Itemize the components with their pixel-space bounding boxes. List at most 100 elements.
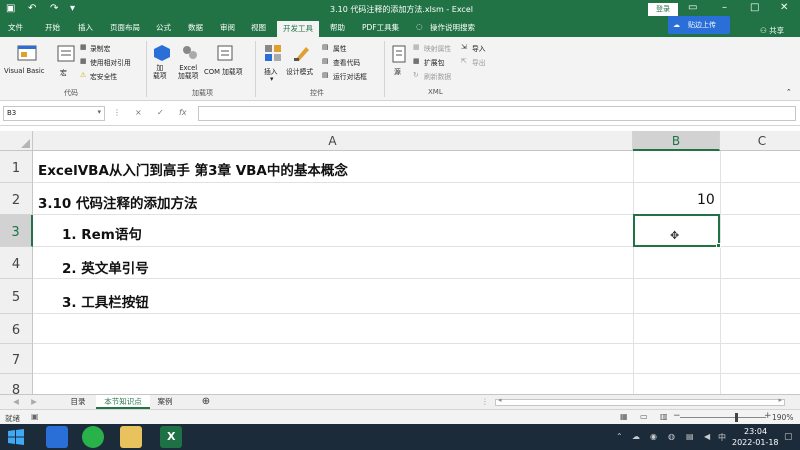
zoom-in-icon[interactable]: + xyxy=(764,411,772,421)
ribbon-display-icon[interactable]: ▭ xyxy=(688,2,697,13)
tab-data[interactable]: 数据 xyxy=(188,22,203,33)
close-icon[interactable]: ✕ xyxy=(780,2,788,13)
share-button[interactable]: ⚇ 共享 xyxy=(760,25,784,36)
column-header-c[interactable]: C xyxy=(720,131,800,151)
excel-addins-button[interactable]: Excel 加载项 xyxy=(178,64,198,80)
login-button[interactable]: 登录 xyxy=(648,3,678,16)
tab-view[interactable]: 视图 xyxy=(251,22,266,33)
zoom-level[interactable]: 190% xyxy=(772,413,793,422)
tab-file[interactable]: 文件 xyxy=(8,22,23,33)
design-mode-button[interactable]: 设计模式 xyxy=(286,66,313,76)
minimize-icon[interactable]: – xyxy=(722,2,727,13)
view-code-button[interactable]: 查看代码 xyxy=(333,57,360,67)
undo-icon[interactable]: ↶ xyxy=(28,3,36,15)
clock-date[interactable]: 2022-01-18 xyxy=(732,438,779,447)
tab-home[interactable]: 开始 xyxy=(45,22,60,33)
scroll-right-icon[interactable]: ▸ xyxy=(778,396,782,404)
name-box[interactable]: B3 ▾ xyxy=(3,106,105,121)
tab-pdf-tools[interactable]: PDF工具集 xyxy=(362,22,399,33)
run-dialog-button[interactable]: 运行对话框 xyxy=(333,71,367,81)
row-header-6[interactable]: 6 xyxy=(0,314,33,344)
file-explorer-icon[interactable] xyxy=(120,426,142,448)
tab-help[interactable]: 帮助 xyxy=(330,22,345,33)
addins-button[interactable]: 加 载项 xyxy=(153,64,167,80)
chevron-down-icon[interactable]: ▾ xyxy=(97,108,101,116)
add-sheet-icon[interactable]: ⊕ xyxy=(196,395,216,409)
tab-formulas[interactable]: 公式 xyxy=(156,22,171,33)
zoom-out-icon[interactable]: − xyxy=(673,411,681,421)
row-header-3[interactable]: 3 xyxy=(0,215,33,247)
zoom-slider-thumb[interactable] xyxy=(735,413,738,422)
row-header-4[interactable]: 4 xyxy=(0,247,33,279)
cell-a5[interactable]: 3. 工具栏按钮 xyxy=(62,291,149,311)
volume-icon[interactable]: ◀ xyxy=(704,432,710,441)
tab-page-layout[interactable]: 页面布局 xyxy=(110,22,140,33)
tray-chevron-icon[interactable]: ⌃ xyxy=(616,432,623,441)
tab-review[interactable]: 审阅 xyxy=(220,22,235,33)
fill-handle[interactable] xyxy=(716,243,721,248)
sheet-tab-knowledge[interactable]: 本节知识点 xyxy=(96,395,150,409)
cancel-entry-icon[interactable]: × xyxy=(135,108,142,117)
macro-button[interactable]: 宏 xyxy=(60,67,67,77)
redo-icon[interactable]: ↷ xyxy=(50,3,58,15)
cell-a2[interactable]: 3.10 代码注释的添加方法 xyxy=(38,192,198,212)
cell-a1[interactable]: ExcelVBA从入门到高手 第3章 VBA中的基本概念 xyxy=(38,159,348,179)
next-sheet-icon[interactable]: ▶ xyxy=(28,395,40,409)
source-button[interactable]: 源 xyxy=(394,66,401,76)
tray-cloud-icon[interactable]: ☁ xyxy=(632,432,640,441)
row-header-2[interactable]: 2 xyxy=(0,183,33,215)
formula-input[interactable] xyxy=(198,106,796,121)
normal-view-icon[interactable]: ▦ xyxy=(620,412,628,421)
macro-security-button[interactable]: 宏安全性 xyxy=(90,71,117,81)
export-button[interactable]: 导出 xyxy=(472,57,486,67)
sheet-tab-case[interactable]: 案例 xyxy=(150,395,180,409)
insert-function-icon[interactable]: fx xyxy=(179,108,187,117)
customize-qat-icon[interactable]: ▾ xyxy=(70,3,75,15)
excel-taskbar-icon[interactable]: X xyxy=(160,426,182,448)
worksheet-grid[interactable]: A B C 1 2 3 4 5 6 7 8 ExcelVBA从入门到高手 第3章… xyxy=(0,126,800,394)
page-layout-view-icon[interactable]: ▭ xyxy=(640,412,648,421)
expansion-packs-button[interactable]: 扩展包 xyxy=(424,57,444,67)
baidu-netdisk-icon[interactable] xyxy=(46,426,68,448)
cell-b2[interactable]: 10 xyxy=(697,192,715,208)
cell-a4[interactable]: 2. 英文单引号 xyxy=(62,257,149,277)
row-header-1[interactable]: 1 xyxy=(0,151,33,183)
sheet-tab-toc[interactable]: 目录 xyxy=(60,395,96,409)
row-header-7[interactable]: 7 xyxy=(0,344,33,374)
refresh-data-button[interactable]: 刷新数据 xyxy=(424,71,451,81)
clock-time[interactable]: 23:04 xyxy=(744,427,767,436)
tray-app-icon[interactable]: ◉ xyxy=(650,432,657,441)
zoom-slider[interactable] xyxy=(680,417,766,418)
prev-sheet-icon[interactable]: ◀ xyxy=(10,395,22,409)
network-icon[interactable]: ▤ xyxy=(686,432,694,441)
horizontal-scrollbar[interactable]: ◂ ▸ xyxy=(495,396,785,406)
select-all-corner[interactable] xyxy=(0,131,33,151)
row-header-5[interactable]: 5 xyxy=(0,279,33,314)
collapse-ribbon-icon[interactable]: ⌃ xyxy=(786,88,792,96)
visual-basic-button[interactable]: Visual Basic xyxy=(4,67,44,75)
tab-developer[interactable]: 开发工具 xyxy=(277,21,319,37)
cloud-upload-button[interactable]: ☁ 贴边上传 xyxy=(668,16,730,34)
tab-insert[interactable]: 插入 xyxy=(78,22,93,33)
import-button[interactable]: 导入 xyxy=(472,43,486,53)
column-header-b[interactable]: B xyxy=(633,131,720,151)
properties-button[interactable]: 属性 xyxy=(333,43,347,53)
row-header-8[interactable]: 8 xyxy=(0,374,33,394)
scroll-left-icon[interactable]: ◂ xyxy=(498,396,502,404)
confirm-entry-icon[interactable]: ✓ xyxy=(157,108,164,117)
save-icon[interactable]: ▣ xyxy=(6,3,15,15)
page-break-view-icon[interactable]: ▥ xyxy=(660,412,668,421)
wechat-icon[interactable] xyxy=(82,426,104,448)
windows-start-icon[interactable] xyxy=(8,429,24,445)
chevron-down-icon[interactable]: ▾ xyxy=(270,75,273,83)
com-addins-button[interactable]: COM 加载项 xyxy=(204,66,243,76)
macro-record-icon[interactable]: ▣ xyxy=(31,412,39,421)
maximize-icon[interactable]: □ xyxy=(750,2,759,13)
relative-ref-button[interactable]: 使用相对引用 xyxy=(90,57,131,67)
input-method-icon[interactable]: 中 xyxy=(718,432,726,443)
tab-split-handle-icon[interactable]: ⋮ xyxy=(480,395,490,409)
column-header-a[interactable]: A xyxy=(33,131,633,151)
cell-a3[interactable]: 1. Rem语句 xyxy=(62,223,142,243)
tell-me-search[interactable]: 操作说明搜索 xyxy=(430,22,475,33)
map-properties-button[interactable]: 映射属性 xyxy=(424,43,451,53)
